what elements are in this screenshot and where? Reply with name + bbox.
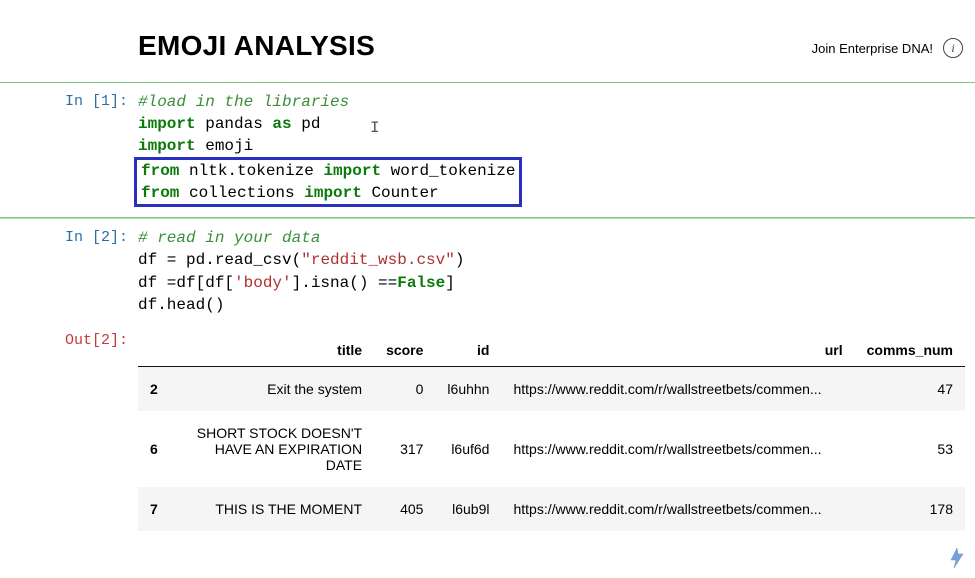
prompt-in-1: In [1]: [0,91,138,207]
code-text: pd [292,115,321,133]
code-comment: # read in your data [138,229,320,247]
code-text: ].isna() == [292,274,398,292]
code-text: ) [455,251,465,269]
code-text: word_tokenize [381,162,515,180]
cell-comms: 53 [855,411,965,487]
output-body-2: title score id url comms_num 2 Exit the … [138,330,975,531]
code-kw: import [304,184,362,202]
table-row: 7 THIS IS THE MOMENT 405 l6ub9l https://… [138,487,965,531]
cell-id: l6ub9l [435,487,501,531]
code-body-2[interactable]: # read in your data df = pd.read_csv("re… [138,227,975,315]
brand-logo-icon [945,546,969,570]
table-row: 2 Exit the system 0 l6uhhn https://www.r… [138,366,965,411]
code-text: df =df[df[ [138,274,234,292]
cell-title: SHORT STOCK DOESN'T HAVE AN EXPIRATION D… [170,411,374,487]
cell-title: Exit the system [170,366,374,411]
cell-idx: 6 [138,411,170,487]
code-bool: False [397,274,445,292]
table-header-row: title score id url comms_num [138,334,965,367]
col-url: url [501,334,854,367]
cell-score: 405 [374,487,435,531]
code-text: pandas [196,115,273,133]
code-text: emoji [196,137,254,155]
code-text: nltk.tokenize [179,162,323,180]
code-cell-1[interactable]: In [1]: #load in the libraries import pa… [0,82,975,218]
code-comment: #load in the libraries [138,93,349,111]
output-cell-2: Out[2]: title score id url comms_num 2 E… [0,326,975,531]
code-kw: as [272,115,291,133]
cell-comms: 47 [855,366,965,411]
cell-url: https://www.reddit.com/r/wallstreetbets/… [501,366,854,411]
cell-score: 317 [374,411,435,487]
code-kw: import [323,162,381,180]
col-id: id [435,334,501,367]
cell-idx: 2 [138,366,170,411]
code-kw: from [141,162,179,180]
cell-idx: 7 [138,487,170,531]
cell-url: https://www.reddit.com/r/wallstreetbets/… [501,411,854,487]
cell-comms: 178 [855,487,965,531]
code-string: 'body' [234,274,292,292]
code-cell-2[interactable]: In [2]: # read in your data df = pd.read… [0,218,975,325]
cell-id: l6uhhn [435,366,501,411]
table-row: 6 SHORT STOCK DOESN'T HAVE AN EXPIRATION… [138,411,965,487]
info-icon[interactable]: i [943,38,963,58]
dataframe-table: title score id url comms_num 2 Exit the … [138,334,965,531]
highlight-box: from nltk.tokenize import word_tokenize … [134,157,522,207]
code-kw: import [138,115,196,133]
code-kw: from [141,184,179,202]
join-link[interactable]: Join Enterprise DNA! [812,41,933,56]
prompt-in-2: In [2]: [0,227,138,315]
cell-url: https://www.reddit.com/r/wallstreetbets/… [501,487,854,531]
code-kw: import [138,137,196,155]
col-index [138,334,170,367]
code-text: Counter [362,184,439,202]
col-comms-num: comms_num [855,334,965,367]
code-text: ] [445,274,455,292]
cell-title: THIS IS THE MOMENT [170,487,374,531]
code-string: "reddit_wsb.csv" [301,251,455,269]
col-score: score [374,334,435,367]
prompt-out-2: Out[2]: [0,330,138,531]
code-text: df.head() [138,296,224,314]
topbar: Join Enterprise DNA! i [812,38,963,58]
code-text: df = pd.read_csv( [138,251,301,269]
cell-score: 0 [374,366,435,411]
cell-id: l6uf6d [435,411,501,487]
col-title: title [170,334,374,367]
code-body-1[interactable]: #load in the libraries import pandas as … [138,91,975,207]
code-text: collections [179,184,304,202]
